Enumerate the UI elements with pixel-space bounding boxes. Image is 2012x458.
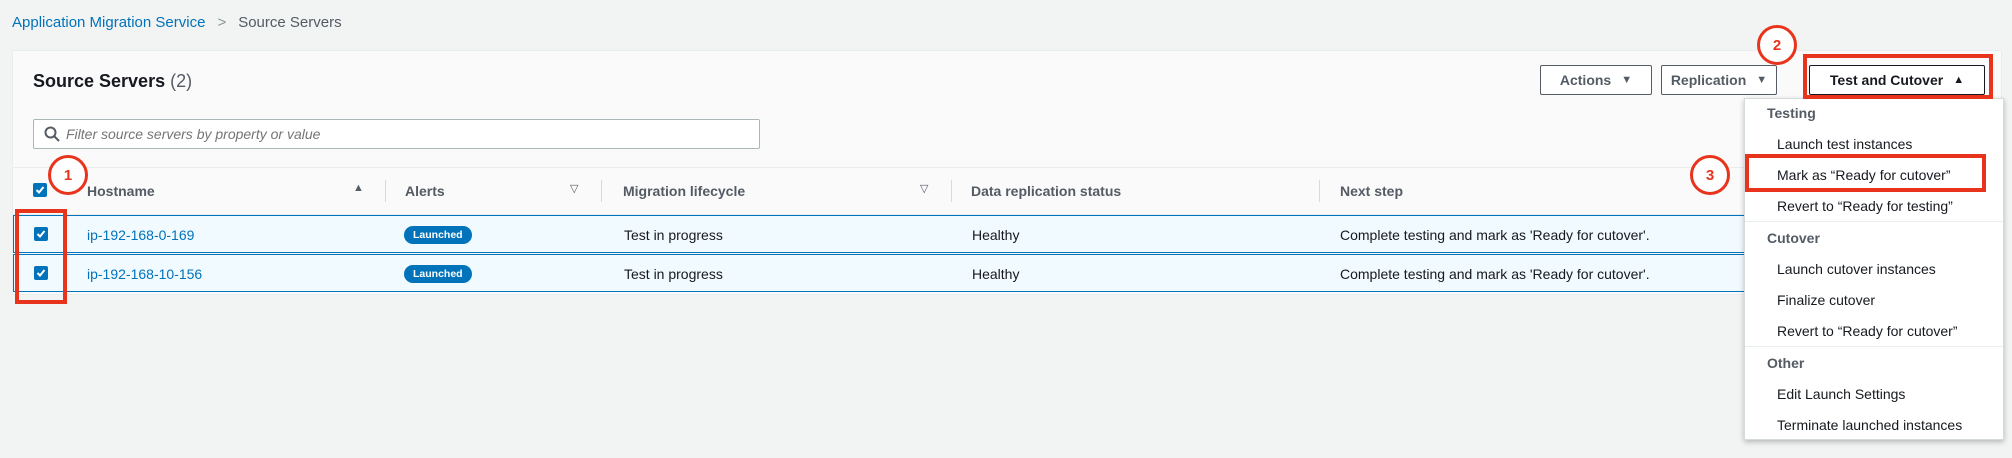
callout-step-1: 1 xyxy=(48,155,88,195)
sort-ascending-icon[interactable]: ▲ xyxy=(353,182,364,194)
menu-group-cutover: Cutover xyxy=(1767,230,1820,246)
column-header-next-step[interactable]: Next step xyxy=(1340,168,1403,214)
column-header-migration-lifecycle[interactable]: Migration lifecycle xyxy=(623,168,745,214)
search-icon xyxy=(44,126,60,142)
caret-down-icon: ▼ xyxy=(1621,74,1633,86)
panel-count: (2) xyxy=(170,71,193,91)
alert-cell: Launched xyxy=(404,255,472,293)
select-all-checkbox[interactable] xyxy=(33,183,47,197)
status-badge: Launched xyxy=(404,226,472,244)
sort-icon[interactable]: ▽ xyxy=(920,182,928,195)
page-title: Source Servers (2) xyxy=(33,71,192,92)
test-and-cutover-menu: Testing Launch test instances Mark as “R… xyxy=(1744,98,2004,440)
test-cutover-highlight-box xyxy=(1803,54,1993,99)
menu-item-launch-cutover-instances[interactable]: Launch cutover instances xyxy=(1777,261,1936,277)
menu-group-other: Other xyxy=(1767,355,1805,371)
menu-item-finalize-cutover[interactable]: Finalize cutover xyxy=(1777,292,1875,308)
actions-button[interactable]: Actions ▼ xyxy=(1540,65,1652,95)
hostname-link[interactable]: ip-192-168-0-169 xyxy=(87,216,194,254)
breadcrumb-current: Source Servers xyxy=(238,14,342,31)
checkmark-icon xyxy=(35,186,45,194)
replication-status-cell: Healthy xyxy=(972,227,1020,243)
column-header-alerts[interactable]: Alerts xyxy=(405,168,445,214)
replication-button[interactable]: Replication ▼ xyxy=(1661,65,1777,95)
column-divider xyxy=(951,180,952,202)
lifecycle-cell: Test in progress xyxy=(624,266,723,282)
menu-item-revert-ready-for-cutover[interactable]: Revert to “Ready for cutover” xyxy=(1777,323,1958,339)
table-row[interactable]: ip-192-168-0-169 Launched Test in progre… xyxy=(13,215,2003,253)
breadcrumb: Application Migration Service > Source S… xyxy=(12,14,342,31)
lifecycle-cell: Test in progress xyxy=(624,227,723,243)
hostname-link[interactable]: ip-192-168-10-156 xyxy=(87,255,202,293)
checkbox-highlight-box xyxy=(15,209,67,304)
panel-title-text: Source Servers xyxy=(33,71,166,91)
chevron-right-icon: > xyxy=(217,14,227,31)
caret-down-icon: ▼ xyxy=(1756,74,1768,86)
sort-icon[interactable]: ▽ xyxy=(570,182,578,195)
alert-cell: Launched xyxy=(404,216,472,254)
menu-item-revert-ready-for-testing[interactable]: Revert to “Ready for testing” xyxy=(1777,198,1953,214)
actions-button-label: Actions xyxy=(1559,72,1612,88)
menu-divider xyxy=(1745,346,2003,347)
search-box xyxy=(33,119,760,149)
column-divider xyxy=(601,180,602,202)
search-input[interactable] xyxy=(60,125,748,143)
menu-item-launch-test-instances[interactable]: Launch test instances xyxy=(1777,136,1912,152)
status-badge: Launched xyxy=(404,265,472,283)
callout-step-3: 3 xyxy=(1690,155,1730,195)
next-step-cell: Complete testing and mark as 'Ready for … xyxy=(1340,227,1650,243)
menu-item-edit-launch-settings[interactable]: Edit Launch Settings xyxy=(1777,386,1905,402)
table-row[interactable]: ip-192-168-10-156 Launched Test in progr… xyxy=(13,254,2003,292)
menu-divider xyxy=(1745,221,2003,222)
column-divider xyxy=(385,180,386,202)
mark-ready-highlight-box xyxy=(1745,154,1986,192)
menu-item-terminate-launched-instances[interactable]: Terminate launched instances xyxy=(1777,417,1962,433)
menu-group-testing: Testing xyxy=(1767,105,1816,121)
column-header-data-replication-status[interactable]: Data replication status xyxy=(971,168,1121,214)
callout-step-2: 2 xyxy=(1757,25,1797,65)
breadcrumb-root-link[interactable]: Application Migration Service xyxy=(12,14,205,31)
next-step-cell: Complete testing and mark as 'Ready for … xyxy=(1340,266,1650,282)
replication-button-label: Replication xyxy=(1670,72,1747,88)
column-header-hostname[interactable]: Hostname xyxy=(87,168,155,214)
replication-status-cell: Healthy xyxy=(972,266,1020,282)
column-divider xyxy=(1319,180,1320,202)
